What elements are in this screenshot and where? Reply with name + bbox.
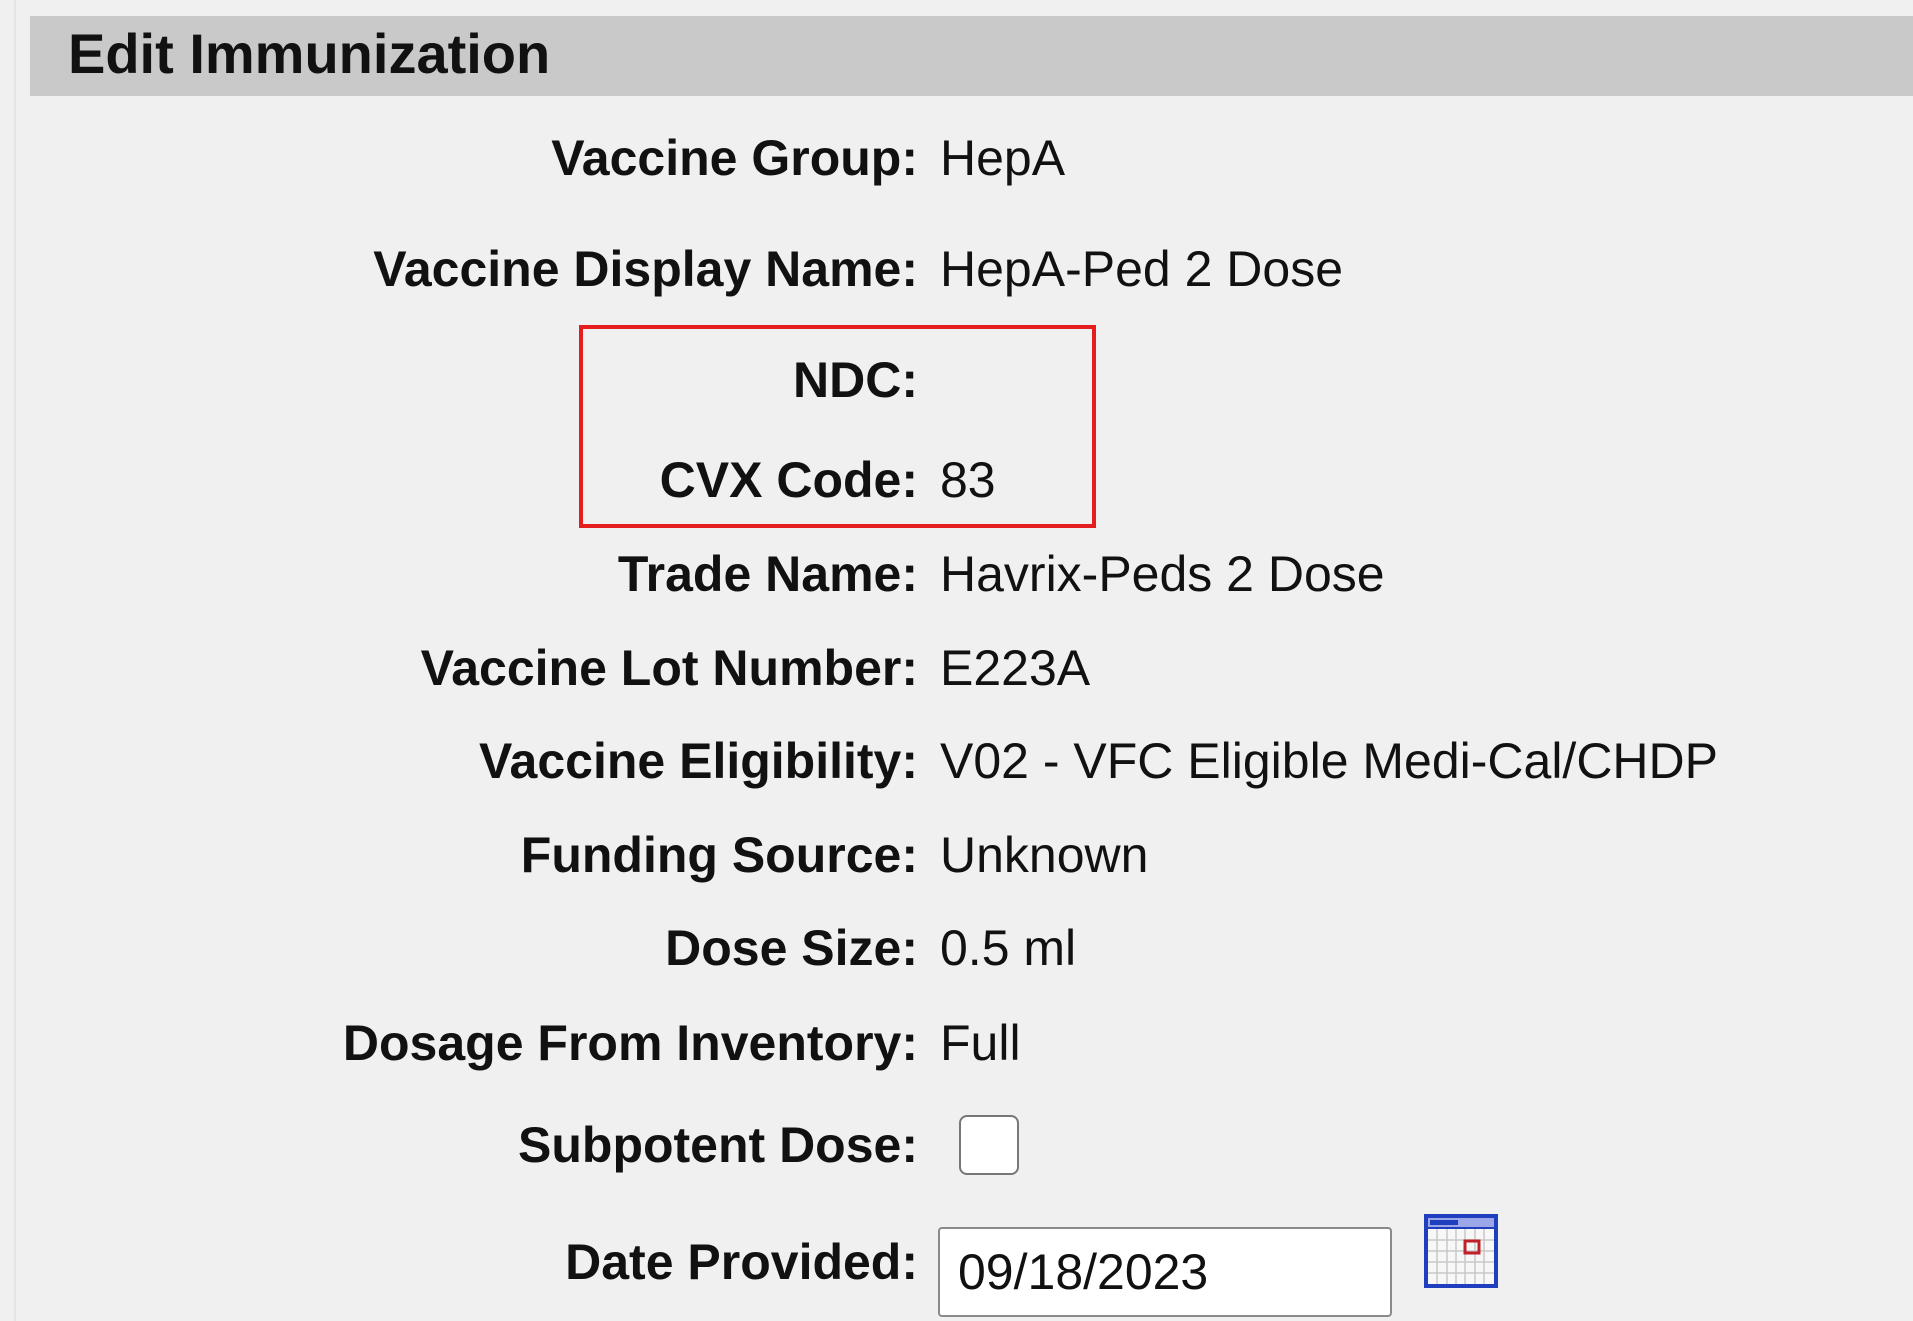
cvx-code-value: 83	[940, 452, 996, 508]
ndc-label: NDC:	[793, 352, 918, 408]
vaccine-lot-number-value: E223A	[940, 640, 1091, 696]
vaccine-display-name-value: HepA-Ped 2 Dose	[940, 241, 1344, 297]
trade-name-label: Trade Name:	[617, 546, 918, 602]
dose-size-row: Dose Size: 0.5 ml	[0, 908, 1913, 988]
trade-name-row: Trade Name: Havrix-Peds 2 Dose	[0, 534, 1913, 614]
vaccine-group-row: Vaccine Group: HepA	[0, 118, 1913, 198]
cvx-code-row: CVX Code: 83	[0, 440, 1913, 520]
vaccine-display-name-row: Vaccine Display Name: HepA-Ped 2 Dose	[0, 229, 1913, 309]
dose-size-value: 0.5 ml	[940, 920, 1077, 976]
vaccine-eligibility-row: Vaccine Eligibility: V02 - VFC Eligible …	[0, 721, 1913, 801]
vaccine-eligibility-value: V02 - VFC Eligible Medi-Cal/CHDP	[940, 733, 1719, 789]
page-title: Edit Immunization	[68, 22, 551, 85]
edit-immunization-page: Edit Immunization Vaccine Group: HepA Va…	[0, 0, 1913, 1321]
cvx-code-label: CVX Code:	[659, 452, 918, 508]
vaccine-lot-number-row: Vaccine Lot Number: E223A	[0, 628, 1913, 708]
dosage-from-inventory-value: Full	[940, 1015, 1021, 1071]
vaccine-display-name-label: Vaccine Display Name:	[373, 241, 918, 297]
funding-source-value: Unknown	[940, 827, 1149, 883]
vaccine-group-value: HepA	[940, 130, 1066, 186]
date-provided-input[interactable]	[938, 1227, 1392, 1317]
vaccine-eligibility-label: Vaccine Eligibility:	[478, 733, 918, 789]
subpotent-dose-row: Subpotent Dose:	[0, 1105, 1913, 1185]
vaccine-lot-number-label: Vaccine Lot Number:	[420, 640, 918, 696]
date-provided-label: Date Provided:	[565, 1234, 918, 1290]
subpotent-dose-label: Subpotent Dose:	[518, 1117, 918, 1173]
vaccine-group-label: Vaccine Group:	[551, 130, 918, 186]
dosage-from-inventory-row: Dosage From Inventory: Full	[0, 1003, 1913, 1083]
ndc-row: NDC:	[0, 340, 1913, 420]
funding-source-row: Funding Source: Unknown	[0, 815, 1913, 895]
dosage-from-inventory-label: Dosage From Inventory:	[342, 1015, 918, 1071]
subpotent-dose-checkbox[interactable]	[959, 1115, 1019, 1175]
funding-source-label: Funding Source:	[520, 827, 918, 883]
calendar-icon[interactable]	[1423, 1213, 1499, 1289]
dose-size-label: Dose Size:	[665, 920, 918, 976]
trade-name-value: Havrix-Peds 2 Dose	[940, 546, 1385, 602]
